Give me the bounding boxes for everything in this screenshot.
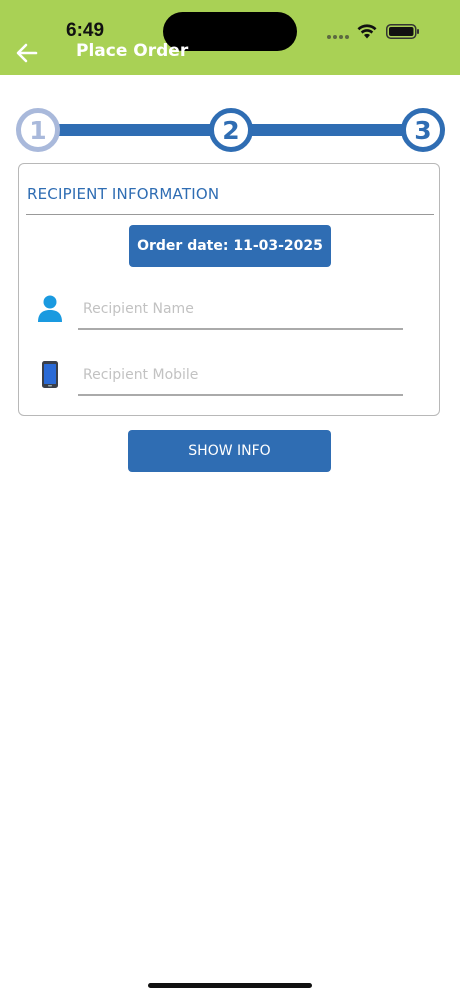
phone-icon	[42, 361, 58, 388]
show-info-button[interactable]: SHOW INFO	[128, 430, 331, 472]
stepper-connector-2	[240, 124, 410, 136]
recipient-information-card: RECIPIENT INFORMATION Order date: 11-03-…	[18, 163, 440, 416]
section-title: RECIPIENT INFORMATION	[27, 185, 220, 203]
section-divider	[26, 214, 434, 215]
status-time: 6:49	[66, 20, 105, 41]
step-2-indicator: 2	[209, 108, 253, 152]
order-date-badge: Order date: 11-03-2025	[129, 225, 331, 267]
step-3-indicator: 3	[401, 108, 445, 152]
recipient-name-row	[19, 286, 441, 336]
page-title: Place Order	[76, 41, 189, 61]
recipient-mobile-row	[19, 352, 441, 402]
step-1-indicator: 1	[16, 108, 60, 152]
app-header: 6:49 Place Order	[0, 0, 460, 75]
recipient-name-input[interactable]	[78, 290, 403, 330]
recipient-mobile-input[interactable]	[78, 356, 403, 396]
order-stepper: 1 2 3	[0, 106, 460, 154]
wifi-icon	[357, 24, 377, 39]
cellular-signal-icon	[327, 35, 349, 39]
home-indicator[interactable]	[148, 983, 312, 988]
arrow-left-icon[interactable]	[14, 40, 40, 66]
stepper-connector-1	[50, 124, 220, 136]
person-icon	[38, 295, 62, 322]
battery-icon	[386, 24, 419, 39]
